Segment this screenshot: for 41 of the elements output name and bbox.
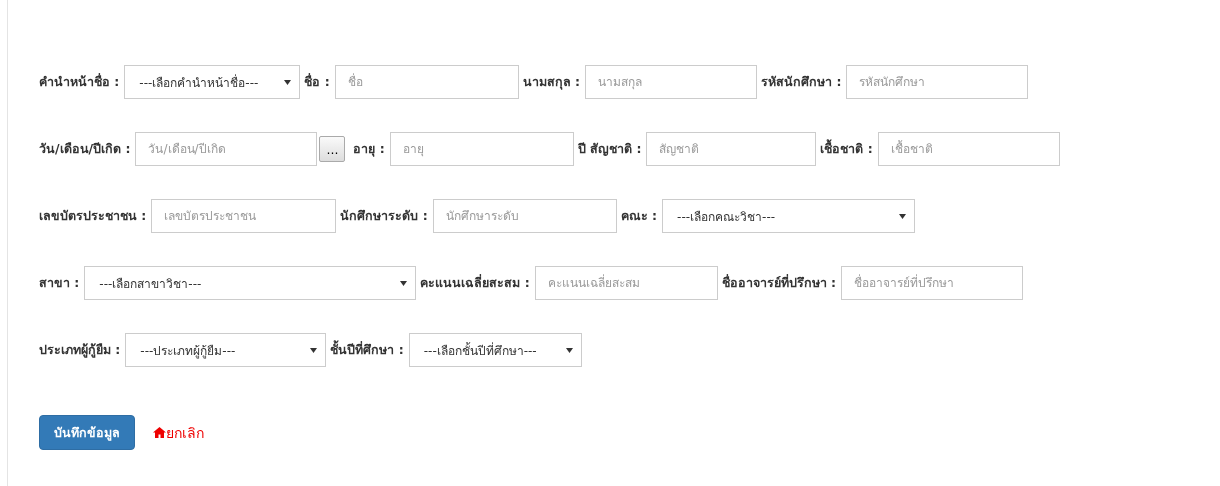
input-field[interactable]: สัญชาติ: [646, 132, 817, 166]
dropdown[interactable]: ---เลือกชั้นปีที่ศึกษา---: [408, 333, 582, 367]
field-label: คณะ :: [620, 207, 658, 225]
input-field[interactable]: คะแนนเฉลี่ยสะสม: [534, 266, 718, 300]
field-label: ชั้นปีที่ศึกษา :: [330, 340, 404, 359]
field-label: คะแนนเฉลี่ยสะสม :: [420, 273, 530, 292]
field-label: อายุ :: [353, 140, 385, 159]
caret-icon: [310, 347, 318, 353]
input-field[interactable]: นักศึกษาระดับ: [432, 199, 617, 233]
input-field[interactable]: ชื่ออาจารย์ที่ปรึกษา: [841, 266, 1024, 300]
date-field[interactable]: วัน/เดือน/ปีเกิด: [135, 132, 318, 166]
field-label: ประเภทผู้กู้ยืม :: [39, 341, 121, 360]
field-label: เชื้อชาติ :: [820, 139, 873, 158]
home-icon: [153, 427, 166, 438]
field-label: วัน/เดือน/ปีเกิด :: [39, 140, 131, 158]
dropdown[interactable]: ---เลือกสาขาวิชา---: [84, 266, 417, 300]
dropdown[interactable]: ---เลือกคำนำหน้าชื่อ---: [124, 65, 301, 99]
field-label: ชื่ออาจารย์ที่ปรึกษา :: [721, 273, 837, 292]
caret-icon: [899, 213, 907, 219]
field-label: นามสกุล :: [522, 73, 581, 92]
field-label: นักศึกษาระดับ :: [340, 207, 428, 225]
field-label: สาขา :: [39, 274, 80, 292]
caret-icon: [400, 280, 408, 286]
save-button[interactable]: บันทึกข้อมูล: [39, 415, 135, 450]
input-field[interactable]: เชื้อชาติ: [877, 132, 1060, 166]
field-label: ชื่อ :: [304, 72, 330, 91]
input-field[interactable]: เลขบัตรประชาชน: [151, 199, 337, 233]
dropdown[interactable]: ---ประเภทผู้กู้ยืม---: [125, 333, 327, 367]
caret-icon: [284, 79, 292, 85]
input-field[interactable]: ชื่อ: [334, 65, 519, 99]
field-label: คำนำหน้าชื่อ :: [39, 72, 120, 91]
input-field[interactable]: อายุ: [389, 132, 574, 166]
field-label: ปี สัญชาติ :: [577, 140, 642, 158]
input-field[interactable]: รหัสนักศึกษา: [846, 65, 1029, 99]
input-field[interactable]: นามสกุล: [585, 65, 758, 99]
cancel-link[interactable]: ยกเลิก: [153, 421, 204, 444]
dropdown[interactable]: ---เลือกคณะวิชา---: [662, 199, 916, 233]
date-picker-button[interactable]: ...: [319, 136, 346, 162]
field-label: เลขบัตรประชาชน :: [39, 207, 147, 225]
caret-icon: [565, 347, 573, 353]
field-label: รหัสนักศึกษา :: [761, 73, 842, 91]
